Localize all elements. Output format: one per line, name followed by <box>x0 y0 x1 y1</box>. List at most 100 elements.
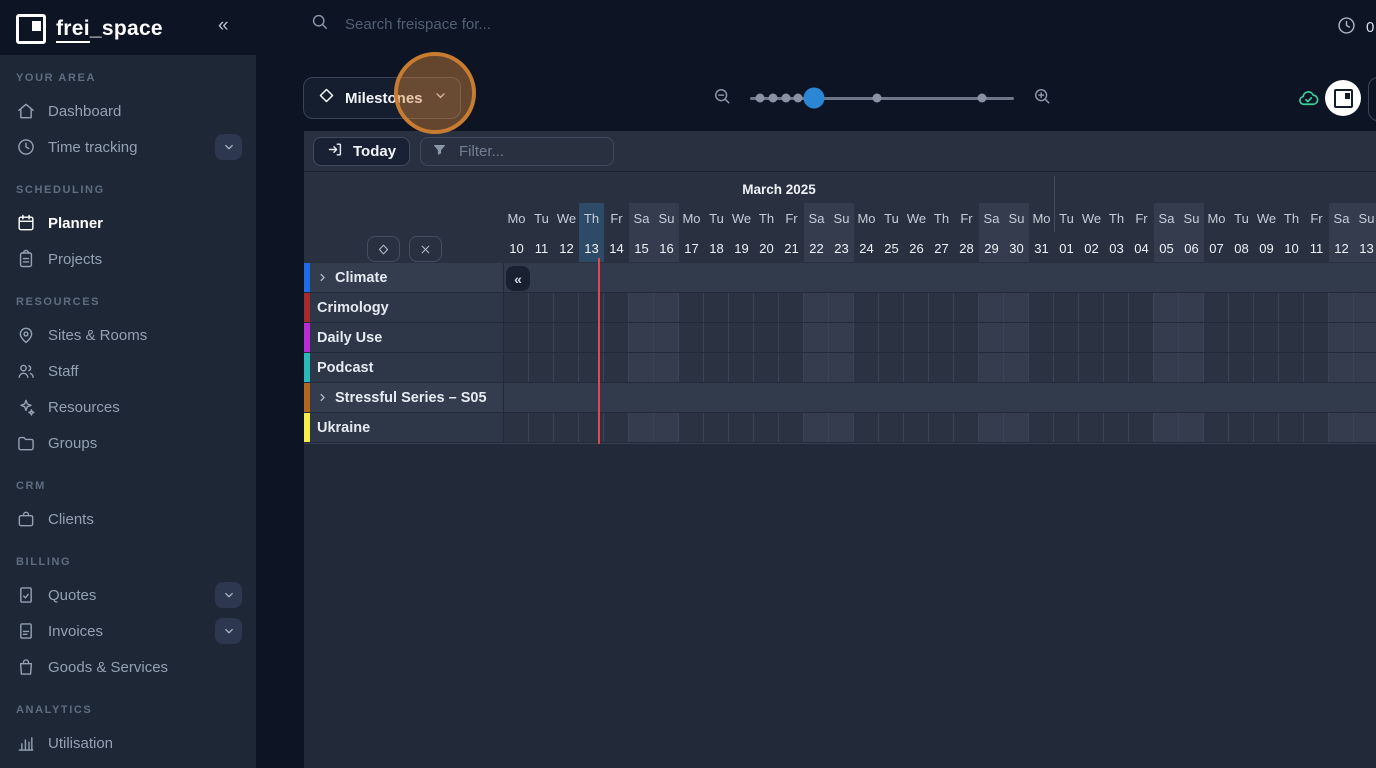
day-column-header[interactable]: Fr04 <box>1129 203 1154 262</box>
day-column-header[interactable]: Mo10 <box>504 203 529 262</box>
timeline-day-cell[interactable] <box>929 413 954 442</box>
timeline-day-cell[interactable] <box>954 323 979 352</box>
toggle-milestones-button[interactable] <box>367 236 400 262</box>
timeline-day-cell[interactable] <box>1354 323 1376 352</box>
timeline-day-cell[interactable] <box>1079 323 1104 352</box>
timeline-day-cell[interactable] <box>904 293 929 322</box>
day-column-header[interactable]: Sa12 <box>1329 203 1354 262</box>
day-column-header[interactable]: Tu11 <box>529 203 554 262</box>
timeline-day-cell[interactable] <box>779 293 804 322</box>
timeline-day-cell[interactable] <box>554 293 579 322</box>
day-column-header[interactable]: Su30 <box>1004 203 1029 262</box>
project-timeline-track[interactable] <box>504 383 1376 413</box>
zoom-in-icon[interactable] <box>1032 86 1052 111</box>
timeline-day-cell[interactable] <box>1004 413 1029 442</box>
sidebar-item-invoices[interactable]: Invoices <box>0 613 256 649</box>
sidebar-item-dashboard[interactable]: Dashboard <box>0 93 256 129</box>
zoom-slider-track[interactable] <box>750 97 1014 100</box>
project-row-label[interactable]: Climate <box>304 263 504 293</box>
timeline-day-cell[interactable] <box>1129 293 1154 322</box>
timeline-day-cell[interactable] <box>504 293 529 322</box>
timeline-day-cell[interactable] <box>979 293 1004 322</box>
timeline-day-cell[interactable] <box>654 413 679 442</box>
timeline-day-cell[interactable] <box>1329 353 1354 382</box>
timeline-day-cell[interactable] <box>1279 323 1304 352</box>
project-timeline-track[interactable] <box>504 323 1376 353</box>
timeline-day-cell[interactable] <box>1254 353 1279 382</box>
timeline-day-cell[interactable] <box>1229 353 1254 382</box>
sidebar-item-resources[interactable]: Resources <box>0 389 256 425</box>
timeline-day-cell[interactable] <box>679 323 704 352</box>
day-column-header[interactable]: Tu25 <box>879 203 904 262</box>
timeline-day-cell[interactable] <box>704 323 729 352</box>
timeline-day-cell[interactable] <box>1029 323 1054 352</box>
timeline-day-cell[interactable] <box>979 353 1004 382</box>
timeline-day-cell[interactable] <box>1279 293 1304 322</box>
timeline-day-cell[interactable] <box>554 353 579 382</box>
timeline-day-cell[interactable] <box>879 293 904 322</box>
timeline-day-cell[interactable] <box>629 353 654 382</box>
timeline-day-cell[interactable] <box>604 353 629 382</box>
day-column-header[interactable]: Th10 <box>1279 203 1304 262</box>
timeline-day-cell[interactable] <box>1029 293 1054 322</box>
sidebar-item-time-tracking[interactable]: Time tracking <box>0 129 256 165</box>
sidebar-item-staff[interactable]: Staff <box>0 353 256 389</box>
timeline-day-cell[interactable] <box>1054 323 1079 352</box>
timeline-day-cell[interactable] <box>879 323 904 352</box>
timeline-day-cell[interactable] <box>1204 413 1229 442</box>
timeline-day-cell[interactable] <box>1254 293 1279 322</box>
timeline-day-cell[interactable] <box>679 353 704 382</box>
timeline-day-cell[interactable] <box>1079 293 1104 322</box>
app-logo[interactable]: frei_space <box>16 14 163 44</box>
collapse-all-button[interactable] <box>409 236 442 262</box>
timeline-day-cell[interactable] <box>754 353 779 382</box>
timeline-day-cell[interactable] <box>729 293 754 322</box>
day-column-header[interactable]: Sa15 <box>629 203 654 262</box>
timeline-day-cell[interactable] <box>1129 353 1154 382</box>
sidebar-item-clients[interactable]: Clients <box>0 501 256 537</box>
timeline-day-cell[interactable] <box>1104 353 1129 382</box>
day-column-header[interactable]: Th20 <box>754 203 779 262</box>
timeline-day-cell[interactable] <box>854 353 879 382</box>
timeline-day-cell[interactable] <box>779 353 804 382</box>
timeline-day-cell[interactable] <box>1229 323 1254 352</box>
day-column-header[interactable]: Th03 <box>1104 203 1129 262</box>
timeline-day-cell[interactable] <box>1304 413 1329 442</box>
timeline-day-cell[interactable] <box>1229 293 1254 322</box>
timeline-day-cell[interactable] <box>679 293 704 322</box>
timeline-day-cell[interactable] <box>879 413 904 442</box>
sidebar-item-planner[interactable]: Planner <box>0 205 256 241</box>
filter-input[interactable] <box>457 142 591 161</box>
timeline-day-cell[interactable] <box>1179 413 1204 442</box>
timeline-day-cell[interactable] <box>654 293 679 322</box>
day-column-header[interactable]: We19 <box>729 203 754 262</box>
day-column-header[interactable]: Th13 <box>579 203 604 262</box>
expand-submenu-button[interactable] <box>215 134 242 160</box>
timeline-day-cell[interactable] <box>829 413 854 442</box>
timeline-day-cell[interactable] <box>1004 323 1029 352</box>
timeline-day-cell[interactable] <box>1179 293 1204 322</box>
day-column-header[interactable]: Sa29 <box>979 203 1004 262</box>
expand-submenu-button[interactable] <box>215 618 242 644</box>
timeline-day-cell[interactable] <box>1179 323 1204 352</box>
timeline-day-cell[interactable] <box>854 413 879 442</box>
sidebar-item-groups[interactable]: Groups <box>0 425 256 461</box>
timeline-day-cell[interactable] <box>1154 323 1179 352</box>
timeline-day-cell[interactable] <box>604 323 629 352</box>
project-row-label[interactable]: Ukraine <box>304 413 504 443</box>
sidebar-item-goods-services[interactable]: Goods & Services <box>0 649 256 685</box>
timeline-day-cell[interactable] <box>1329 293 1354 322</box>
timeline-day-cell[interactable] <box>504 353 529 382</box>
timeline-day-cell[interactable] <box>929 293 954 322</box>
timeline-day-cell[interactable] <box>1329 323 1354 352</box>
timeline-day-cell[interactable] <box>1204 323 1229 352</box>
project-timeline-track[interactable] <box>504 413 1376 443</box>
timeline-day-cell[interactable] <box>904 413 929 442</box>
timeline-day-cell[interactable] <box>704 353 729 382</box>
project-row-label[interactable]: Daily Use <box>304 323 504 353</box>
timeline-day-cell[interactable] <box>604 413 629 442</box>
timeline-day-cell[interactable] <box>829 323 854 352</box>
timeline-day-cell[interactable] <box>729 413 754 442</box>
timeline-day-cell[interactable] <box>554 323 579 352</box>
timeline-day-cell[interactable] <box>804 353 829 382</box>
